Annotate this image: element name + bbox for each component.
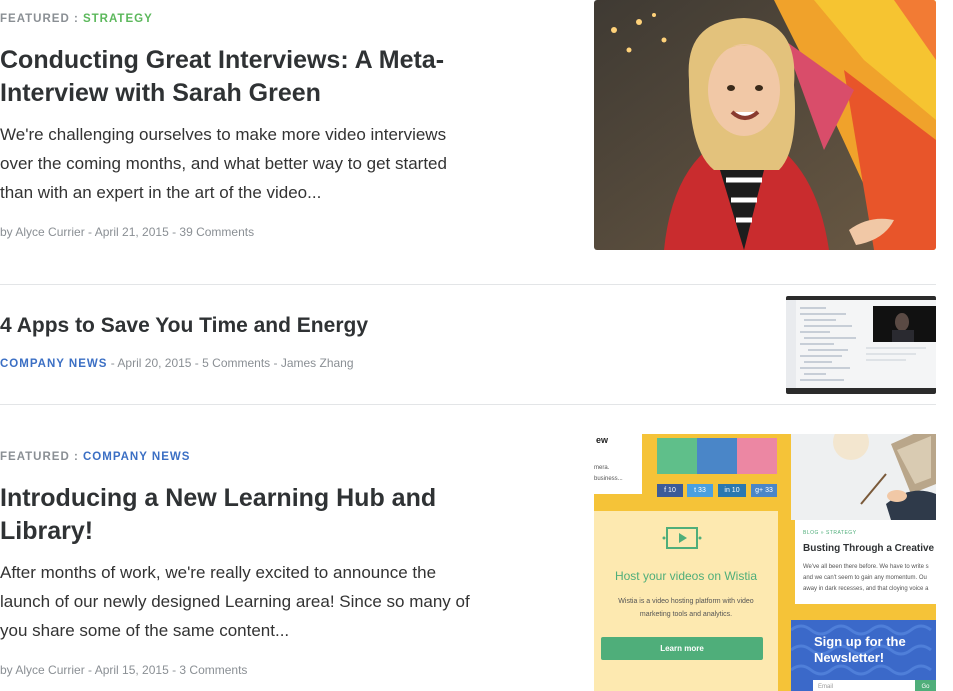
article-meta: COMPANY NEWS - April 20, 2015 - 5 Commen… [0,356,354,370]
collage-text-card: ew mera. business... [594,434,642,494]
article-kicker: FEATURED : STRATEGY [0,13,153,25]
portrait-photo-image [594,0,936,250]
color-block [697,438,737,474]
article-kicker: FEATURED : COMPANY NEWS [0,451,190,463]
featured-label: FEATURED : [0,13,79,25]
article-title[interactable]: 4 Apps to Save You Time and Energy [0,312,368,340]
article-title[interactable]: Introducing a New Learning Hub and Libra… [0,482,436,548]
blog-preview-card: BLOG » STRATEGY Busting Through a Creati… [795,520,936,604]
category-link-company-news[interactable]: COMPANY NEWS [0,358,107,370]
article-meta: by Alyce Currier - April 21, 2015 - 39 C… [0,225,255,239]
host-videos-card: Host your videos on Wistia Wistia is a v… [594,511,778,691]
color-block [737,438,777,474]
article-thumbnail-interview[interactable] [594,0,936,250]
article-thumbnail-apps[interactable] [786,296,936,394]
social-linkedin-button[interactable]: in 10 [718,484,746,497]
article-title[interactable]: Conducting Great Interviews: A Meta- Int… [0,44,444,110]
newsletter-email-input[interactable]: Email [813,680,916,691]
newsletter-signup-card: Sign up for the Newsletter! Email Go [791,620,936,691]
article-meta: by Alyce Currier - April 15, 2015 - 3 Co… [0,663,248,677]
category-link-strategy[interactable]: STRATEGY [83,13,153,25]
featured-label: FEATURED : [0,451,79,463]
app-screenshot-image [786,296,936,394]
video-player-icon [662,527,702,549]
divider [0,284,936,285]
social-twitter-button[interactable]: t 33 [687,484,713,497]
article-thumbnail-learning-hub[interactable]: ew mera. business... f 10 t 33 in 10 g+ … [594,434,936,691]
category-link-company-news[interactable]: COMPANY NEWS [83,451,190,463]
learn-more-button[interactable]: Learn more [601,637,763,660]
article-excerpt: After months of work, we're really excit… [0,563,470,640]
social-facebook-button[interactable]: f 10 [657,484,683,497]
article-excerpt: We're challenging ourselves to make more… [0,125,447,202]
newsletter-go-button[interactable]: Go [915,680,936,691]
desk-photo-image [791,434,936,520]
social-googleplus-button[interactable]: g+ 33 [751,484,777,497]
divider [0,404,936,405]
color-block [657,438,697,474]
